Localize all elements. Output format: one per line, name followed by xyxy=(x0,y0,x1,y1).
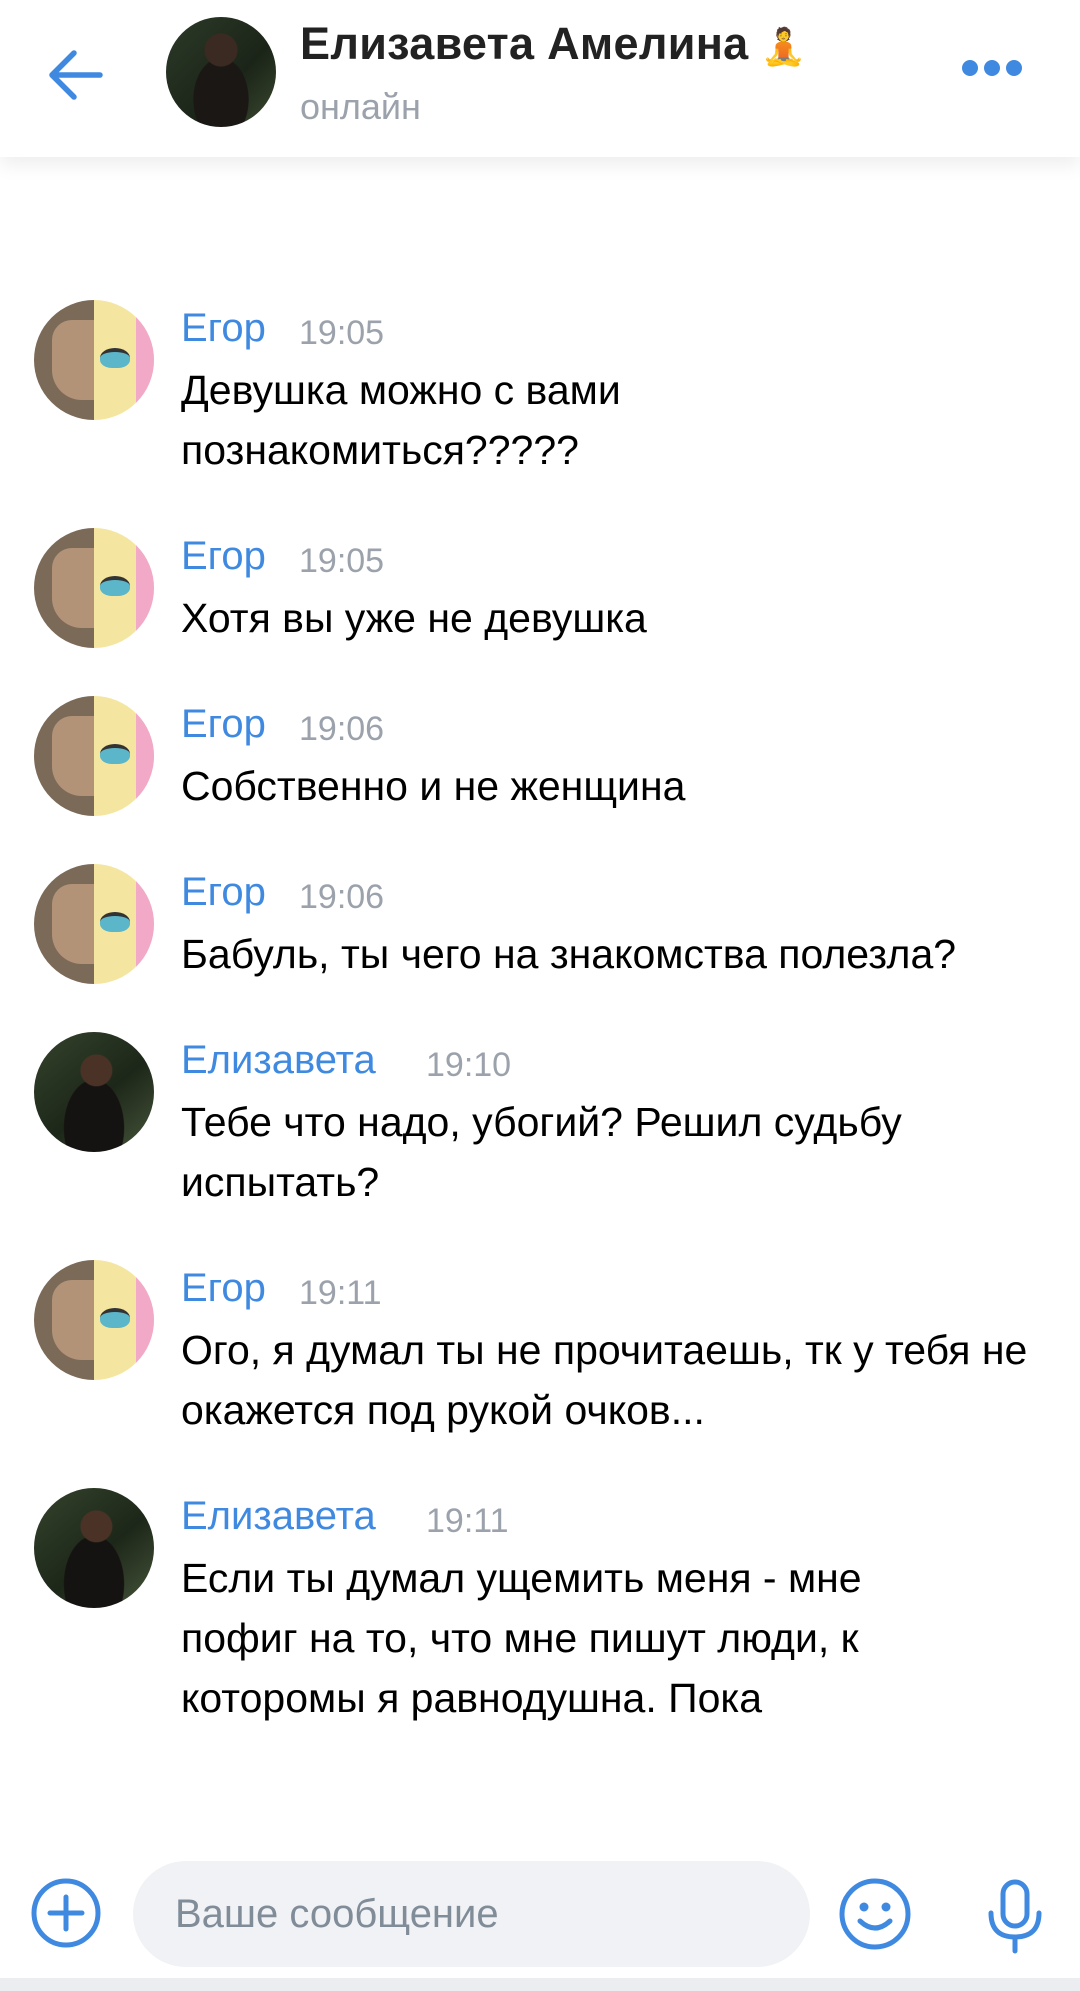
sender-name[interactable]: Егор xyxy=(181,1266,266,1311)
arrow-left-icon[interactable] xyxy=(44,45,106,105)
message-time: 19:11 xyxy=(426,1502,509,1540)
sender-avatar[interactable] xyxy=(34,1260,154,1380)
message-time: 19:06 xyxy=(299,878,385,916)
sender-name[interactable]: Егор xyxy=(181,534,266,579)
sender-name[interactable]: Елизавета xyxy=(181,1038,376,1083)
sender-name[interactable]: Егор xyxy=(181,870,266,915)
bottom-divider xyxy=(0,1978,1080,1991)
message-time: 19:05 xyxy=(299,314,385,352)
contact-emoji: 🧘 xyxy=(761,26,807,67)
sender-name[interactable]: Елизавета xyxy=(181,1494,376,1539)
sender-avatar[interactable] xyxy=(34,864,154,984)
message-composer xyxy=(0,1857,1080,1991)
contact-status: онлайн xyxy=(300,86,421,127)
sender-avatar[interactable] xyxy=(34,300,154,420)
add-circle-icon[interactable] xyxy=(30,1877,102,1949)
contact-avatar[interactable] xyxy=(166,17,276,127)
sender-name[interactable]: Егор xyxy=(181,306,266,351)
message-text: Ого, я думал ты не прочитаешь, тк у тебя… xyxy=(181,1327,1028,1433)
message-text: Хотя вы уже не девушка xyxy=(181,595,647,641)
message-text: Девушка можно с вами познакомиться????? xyxy=(181,367,621,473)
message-time: 19:05 xyxy=(299,542,385,580)
message-input[interactable] xyxy=(133,1861,810,1967)
message-time: 19:06 xyxy=(299,710,385,748)
smile-icon[interactable] xyxy=(838,1877,912,1951)
contact-name-text: Елизавета Амелина xyxy=(300,18,749,69)
message-text: Собственно и не женщина xyxy=(181,763,686,809)
sender-avatar[interactable] xyxy=(34,1488,154,1608)
chat-header: Елизавета Амелина 🧘 онлайн xyxy=(0,0,1080,157)
sender-avatar[interactable] xyxy=(34,1032,154,1152)
sender-avatar[interactable] xyxy=(34,528,154,648)
microphone-icon[interactable] xyxy=(986,1879,1044,1955)
message-list: Егор 19:05 Девушка можно с вами познаком… xyxy=(0,157,1080,1857)
message-text: Тебе что надо, убогий? Решил судьбу испы… xyxy=(181,1099,902,1205)
message-time: 19:11 xyxy=(299,1274,382,1312)
more-horizontal-icon[interactable] xyxy=(962,60,1028,84)
sender-name[interactable]: Егор xyxy=(181,702,266,747)
message-text: Бабуль, ты чего на знакомства полезла? xyxy=(181,931,957,977)
message-text: Если ты думал ущемить меня - мне пофиг н… xyxy=(181,1555,862,1721)
message-time: 19:10 xyxy=(426,1046,512,1084)
contact-name[interactable]: Елизавета Амелина 🧘 xyxy=(300,18,806,70)
sender-avatar[interactable] xyxy=(34,696,154,816)
